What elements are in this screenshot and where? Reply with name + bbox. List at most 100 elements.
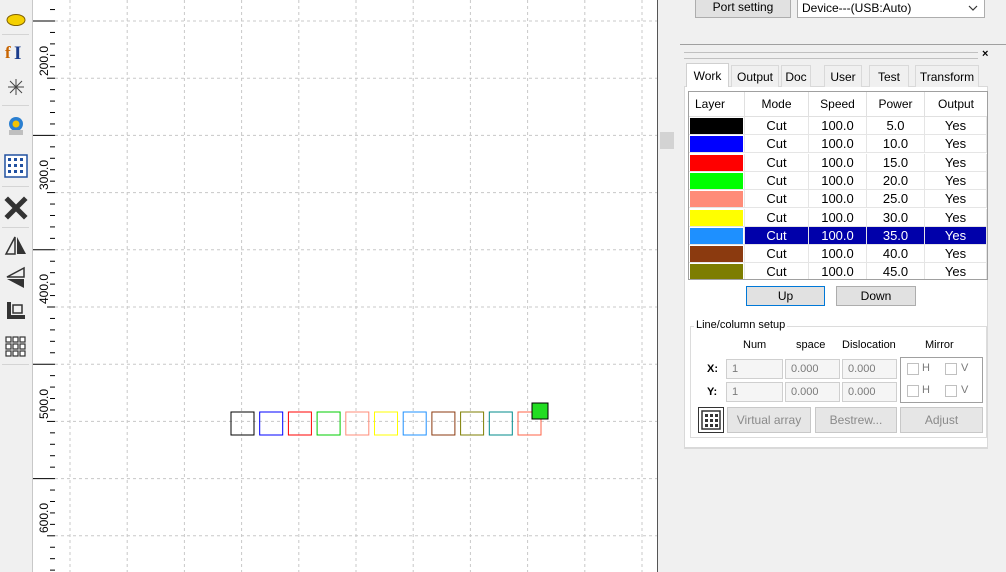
canvas-square-shape[interactable] <box>460 411 485 436</box>
layer-output-cell[interactable]: Yes <box>925 171 987 190</box>
layer-output-cell[interactable]: Yes <box>925 153 987 172</box>
layer-mode-cell[interactable]: Cut <box>745 135 809 154</box>
layer-row[interactable]: Cut 100.0 15.0 Yes <box>689 153 987 172</box>
layer-power-cell[interactable]: 35.0 <box>867 226 925 245</box>
layer-table[interactable]: Layer Mode Speed Power Output Cut 100.0 5.… <box>688 91 988 280</box>
mirror-horizontal-icon[interactable] <box>2 232 29 259</box>
device-select[interactable]: Device---(USB:Auto) <box>797 0 985 18</box>
layer-color-cell[interactable] <box>689 263 745 279</box>
y-dislocation-input[interactable]: 0.000 <box>842 382 897 402</box>
layer-color-cell[interactable] <box>689 226 745 245</box>
layer-mode-cell[interactable]: Cut <box>745 263 809 279</box>
layer-speed-cell[interactable]: 100.0 <box>809 117 867 135</box>
layer-speed-cell[interactable]: 100.0 <box>809 245 867 264</box>
layer-power-cell[interactable]: 40.0 <box>867 245 925 264</box>
tab-work[interactable]: Work <box>686 63 729 87</box>
x-space-input[interactable]: 0.000 <box>785 359 840 379</box>
canvas-square-shape[interactable] <box>259 411 284 436</box>
layer-output-cell[interactable]: Yes <box>925 226 987 245</box>
align-icon[interactable] <box>2 297 29 324</box>
mirror-x-h-checkbox[interactable] <box>907 363 919 375</box>
text-tool-icon[interactable]: fI <box>2 38 29 65</box>
layer-power-cell[interactable]: 5.0 <box>867 117 925 135</box>
layer-mode-cell[interactable]: Cut <box>745 190 809 209</box>
virtual-array-button[interactable]: Virtual array <box>727 407 811 433</box>
x-num-input[interactable]: 1 <box>726 359 783 379</box>
layer-row[interactable]: Cut 100.0 20.0 Yes <box>689 171 987 190</box>
tab-doc[interactable]: Doc <box>781 65 811 87</box>
panel-splitter[interactable] <box>658 0 680 572</box>
drawing-canvas[interactable] <box>55 0 657 572</box>
layer-speed-cell[interactable]: 100.0 <box>809 208 867 227</box>
down-button[interactable]: Down <box>836 286 916 306</box>
up-button[interactable]: Up <box>746 286 825 306</box>
close-icon[interactable]: × <box>982 48 988 60</box>
mirror-y-v-checkbox[interactable] <box>945 385 957 397</box>
layer-power-cell[interactable]: 10.0 <box>867 135 925 154</box>
layer-output-cell[interactable]: Yes <box>925 245 987 264</box>
layer-power-cell[interactable]: 20.0 <box>867 171 925 190</box>
y-space-input[interactable]: 0.000 <box>785 382 840 402</box>
layer-mode-cell[interactable]: Cut <box>745 171 809 190</box>
adjust-button[interactable]: Adjust <box>900 407 983 433</box>
tab-test[interactable]: Test <box>869 65 909 87</box>
layer-row[interactable]: Cut 100.0 25.0 Yes <box>689 190 987 209</box>
layer-color-cell[interactable] <box>689 153 745 172</box>
layer-mode-cell[interactable]: Cut <box>745 153 809 172</box>
selection-handle[interactable] <box>531 402 549 420</box>
layer-color-cell[interactable] <box>689 245 745 264</box>
mirror-y-h-checkbox[interactable] <box>907 385 919 397</box>
ellipse-tool-icon[interactable] <box>2 5 29 32</box>
layer-output-cell[interactable]: Yes <box>925 190 987 209</box>
layer-mode-cell[interactable]: Cut <box>745 226 809 245</box>
x-dislocation-input[interactable]: 0.000 <box>842 359 897 379</box>
layer-row[interactable]: Cut 100.0 30.0 Yes <box>689 208 987 227</box>
column-header-mode[interactable]: Mode <box>745 92 809 117</box>
layer-speed-cell[interactable]: 100.0 <box>809 171 867 190</box>
canvas-square-shape[interactable] <box>374 411 398 436</box>
layer-row[interactable]: Cut 100.0 40.0 Yes <box>689 245 987 264</box>
layer-power-cell[interactable]: 25.0 <box>867 190 925 209</box>
layer-output-cell[interactable]: Yes <box>925 263 987 279</box>
layer-color-cell[interactable] <box>689 135 745 154</box>
tab-user[interactable]: User <box>824 65 862 87</box>
laser-head-icon[interactable] <box>2 112 29 139</box>
column-header-layer[interactable]: Layer <box>689 92 745 117</box>
layer-power-cell[interactable]: 30.0 <box>867 208 925 227</box>
layer-color-cell[interactable] <box>689 208 745 227</box>
bestrew-button[interactable]: Bestrew... <box>815 407 897 433</box>
layer-power-cell[interactable]: 15.0 <box>867 153 925 172</box>
dot-tool-icon[interactable] <box>2 73 29 100</box>
mirror-vertical-icon[interactable] <box>2 264 29 291</box>
array-icon[interactable] <box>2 332 29 359</box>
column-header-speed[interactable]: Speed <box>809 92 867 117</box>
canvas-square-shape[interactable] <box>345 411 370 436</box>
layer-row[interactable]: Cut 100.0 45.0 Yes <box>689 263 987 279</box>
canvas-square-shape[interactable] <box>287 411 312 436</box>
layer-speed-cell[interactable]: 100.0 <box>809 190 867 209</box>
layer-speed-cell[interactable]: 100.0 <box>809 153 867 172</box>
tab-output[interactable]: Output <box>731 65 779 87</box>
layer-power-cell[interactable]: 45.0 <box>867 263 925 279</box>
layer-color-cell[interactable] <box>689 117 745 135</box>
layer-output-cell[interactable]: Yes <box>925 208 987 227</box>
canvas-square-shape[interactable] <box>431 411 456 436</box>
canvas-square-shape[interactable] <box>402 411 427 436</box>
array-setup-icon[interactable] <box>698 407 724 433</box>
column-header-output[interactable]: Output <box>925 92 987 117</box>
delete-icon[interactable] <box>2 194 29 221</box>
layer-color-cell[interactable] <box>689 171 745 190</box>
mirror-x-v-checkbox[interactable] <box>945 363 957 375</box>
layer-output-cell[interactable]: Yes <box>925 135 987 154</box>
layer-mode-cell[interactable]: Cut <box>745 245 809 264</box>
layer-row[interactable]: Cut 100.0 5.0 Yes <box>689 117 987 135</box>
y-num-input[interactable]: 1 <box>726 382 783 402</box>
tab-transform[interactable]: Transform <box>915 65 979 87</box>
grid-array-icon[interactable] <box>2 152 29 179</box>
layer-speed-cell[interactable]: 100.0 <box>809 135 867 154</box>
canvas-square-shape[interactable] <box>230 411 255 436</box>
port-setting-button[interactable]: Port setting <box>695 0 791 18</box>
layer-speed-cell[interactable]: 100.0 <box>809 263 867 279</box>
layer-row[interactable]: Cut 100.0 35.0 Yes <box>689 226 987 245</box>
layer-output-cell[interactable]: Yes <box>925 117 987 135</box>
